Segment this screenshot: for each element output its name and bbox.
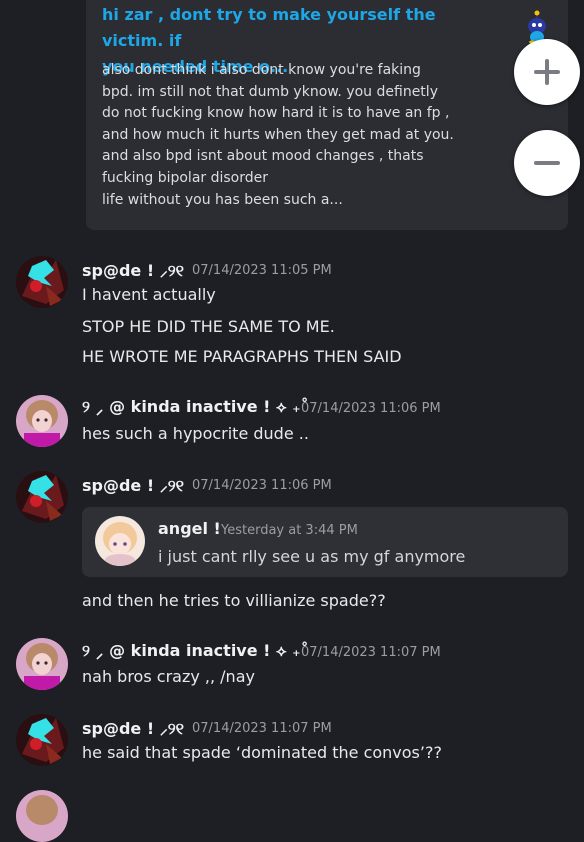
embed-line: fucking bipolar disorder (102, 169, 269, 186)
reply-preview[interactable] (82, 507, 568, 577)
message-timestamp: 07/14/2023 11:07 PM (301, 645, 441, 660)
message-timestamp: 07/14/2023 11:06 PM (192, 478, 332, 493)
avatar[interactable] (16, 395, 68, 447)
avatar[interactable] (16, 471, 68, 523)
embed-line: bpd. im still not that dumb yknow. you d… (102, 83, 438, 100)
embed-description: also dont think i also dont know you're … (102, 60, 502, 211)
avatar[interactable] (16, 790, 68, 842)
message-timestamp: 07/14/2023 11:06 PM (301, 401, 441, 416)
message-text: hes such a hypocrite dude .. (82, 424, 309, 443)
message-text: he said that spade ‘dominated the convos… (82, 743, 442, 762)
message-author[interactable]: ୨ ⸝ @ kinda inactive ! ⟡ ₊˚ (82, 641, 309, 661)
embed-title-line: hi zar , dont try to make yourself the v… (102, 5, 436, 50)
message-timestamp: 07/14/2023 11:05 PM (192, 263, 332, 278)
message-author[interactable]: sp@de ! ⸝୨୧ (82, 717, 184, 739)
avatar[interactable] (16, 256, 68, 308)
zoom-in-button[interactable] (514, 39, 580, 105)
embed-line: and how much it hurts when they get mad … (102, 126, 454, 143)
reply-timestamp: Yesterday at 3:44 PM (221, 523, 358, 538)
reply-author[interactable]: angel ! (158, 519, 221, 538)
message-text: nah bros crazy ,, /nay (82, 667, 255, 686)
reply-text: i just cant rlly see u as my gf anymore (158, 547, 466, 566)
minus-icon (534, 161, 560, 165)
message-author[interactable]: ୨ ⸝ @ kinda inactive ! ⟡ ₊˚ (82, 397, 309, 417)
message-author[interactable]: sp@de ! ⸝୨୧ (82, 259, 184, 281)
message-text: HE WROTE ME PARAGRAPHS THEN SAID (82, 347, 402, 366)
embed-line: and also bpd isnt about mood changes , t… (102, 148, 424, 165)
avatar[interactable] (95, 516, 145, 566)
embed-line: also dont think i also dont know you're … (102, 62, 421, 78)
zoom-out-button[interactable] (514, 130, 580, 196)
embed-line: life without you has been such a... (102, 191, 343, 208)
message-timestamp: 07/14/2023 11:07 PM (192, 721, 332, 736)
embed-line: do not fucking know how hard it is to ha… (102, 105, 450, 122)
plus-icon (534, 59, 560, 85)
message-author[interactable]: sp@de ! ⸝୨୧ (82, 474, 184, 496)
message-text: and then he tries to villianize spade?? (82, 591, 386, 610)
avatar[interactable] (16, 714, 68, 766)
message-text: I havent actually (82, 285, 216, 304)
avatar[interactable] (16, 638, 68, 690)
message-text: STOP HE DID THE SAME TO ME. (82, 317, 335, 336)
